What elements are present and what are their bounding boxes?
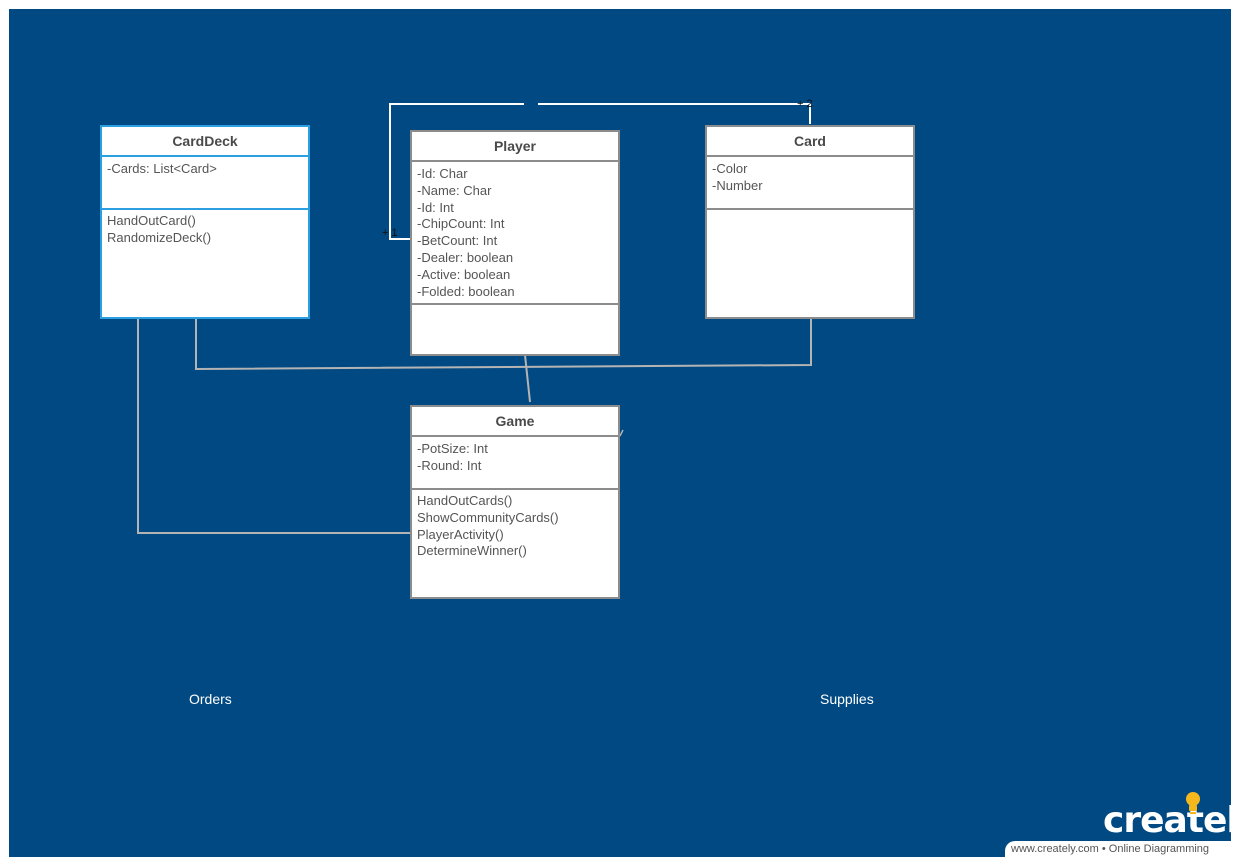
class-card-operations (707, 210, 913, 216)
class-card-name: Card (707, 127, 913, 157)
class-player[interactable]: Player -Id: Char -Name: Char -Id: Int -Chip… (410, 130, 620, 356)
class-card-attributes: -Color -Number (707, 157, 913, 210)
class-member: HandOutCard() (107, 213, 196, 228)
multiplicity-card: + 2 (797, 98, 813, 110)
class-member: -PotSize: Int (417, 441, 488, 456)
caption-orders: Orders (189, 691, 232, 707)
class-member: PlayerActivity() (417, 526, 504, 542)
class-member: -Id: Char (417, 166, 468, 181)
class-member: DetermineWinner() (417, 543, 527, 559)
class-player-attributes: -Id: Char -Name: Char -Id: Int -ChipCount: … (412, 162, 618, 305)
class-member: -BetCount: Int (417, 233, 498, 249)
caption-supplies: Supplies (820, 691, 874, 707)
class-carddeck-attributes: -Cards: List<Card> (102, 157, 308, 210)
class-game[interactable]: Game -PotSize: Int -Round: Int HandOutCar… (410, 405, 620, 599)
lightbulb-icon (1186, 792, 1200, 814)
class-member: -Color (712, 161, 748, 176)
class-member: -Dealer: boolean (417, 249, 514, 265)
class-member: -ChipCount: Int (417, 216, 505, 232)
class-member: RandomizeDeck() (107, 229, 212, 245)
class-member: -Name: Char (417, 182, 492, 198)
class-member: -Folded: boolean (417, 283, 515, 299)
class-game-operations: HandOutCards() ShowCommunityCards() Player… (412, 490, 618, 563)
class-member: -Number (712, 177, 763, 193)
class-member: ShowCommunityCards() (417, 509, 559, 525)
class-carddeck-operations: HandOutCard() RandomizeDeck() (102, 210, 308, 250)
class-carddeck-name: CardDeck (102, 127, 308, 157)
class-member: -Round: Int (417, 457, 482, 473)
class-player-operations (412, 305, 618, 311)
class-member: HandOutCards() (417, 493, 513, 508)
class-game-name: Game (412, 407, 618, 437)
class-member: -Cards: List<Card> (107, 161, 217, 176)
class-game-attributes: -PotSize: Int -Round: Int (412, 437, 618, 490)
multiplicity-player: + 1 (382, 227, 398, 239)
class-card[interactable]: Card -Color -Number (705, 125, 915, 319)
class-member: -Active: boolean (417, 266, 511, 282)
creately-logo[interactable]: creately (1103, 800, 1240, 841)
class-player-name: Player (412, 132, 618, 162)
class-carddeck[interactable]: CardDeck -Cards: List<Card> HandOutCard(… (100, 125, 310, 319)
class-member: -Id: Int (417, 199, 454, 215)
creately-footer[interactable]: www.creately.com • Online Diagramming (1005, 841, 1231, 857)
